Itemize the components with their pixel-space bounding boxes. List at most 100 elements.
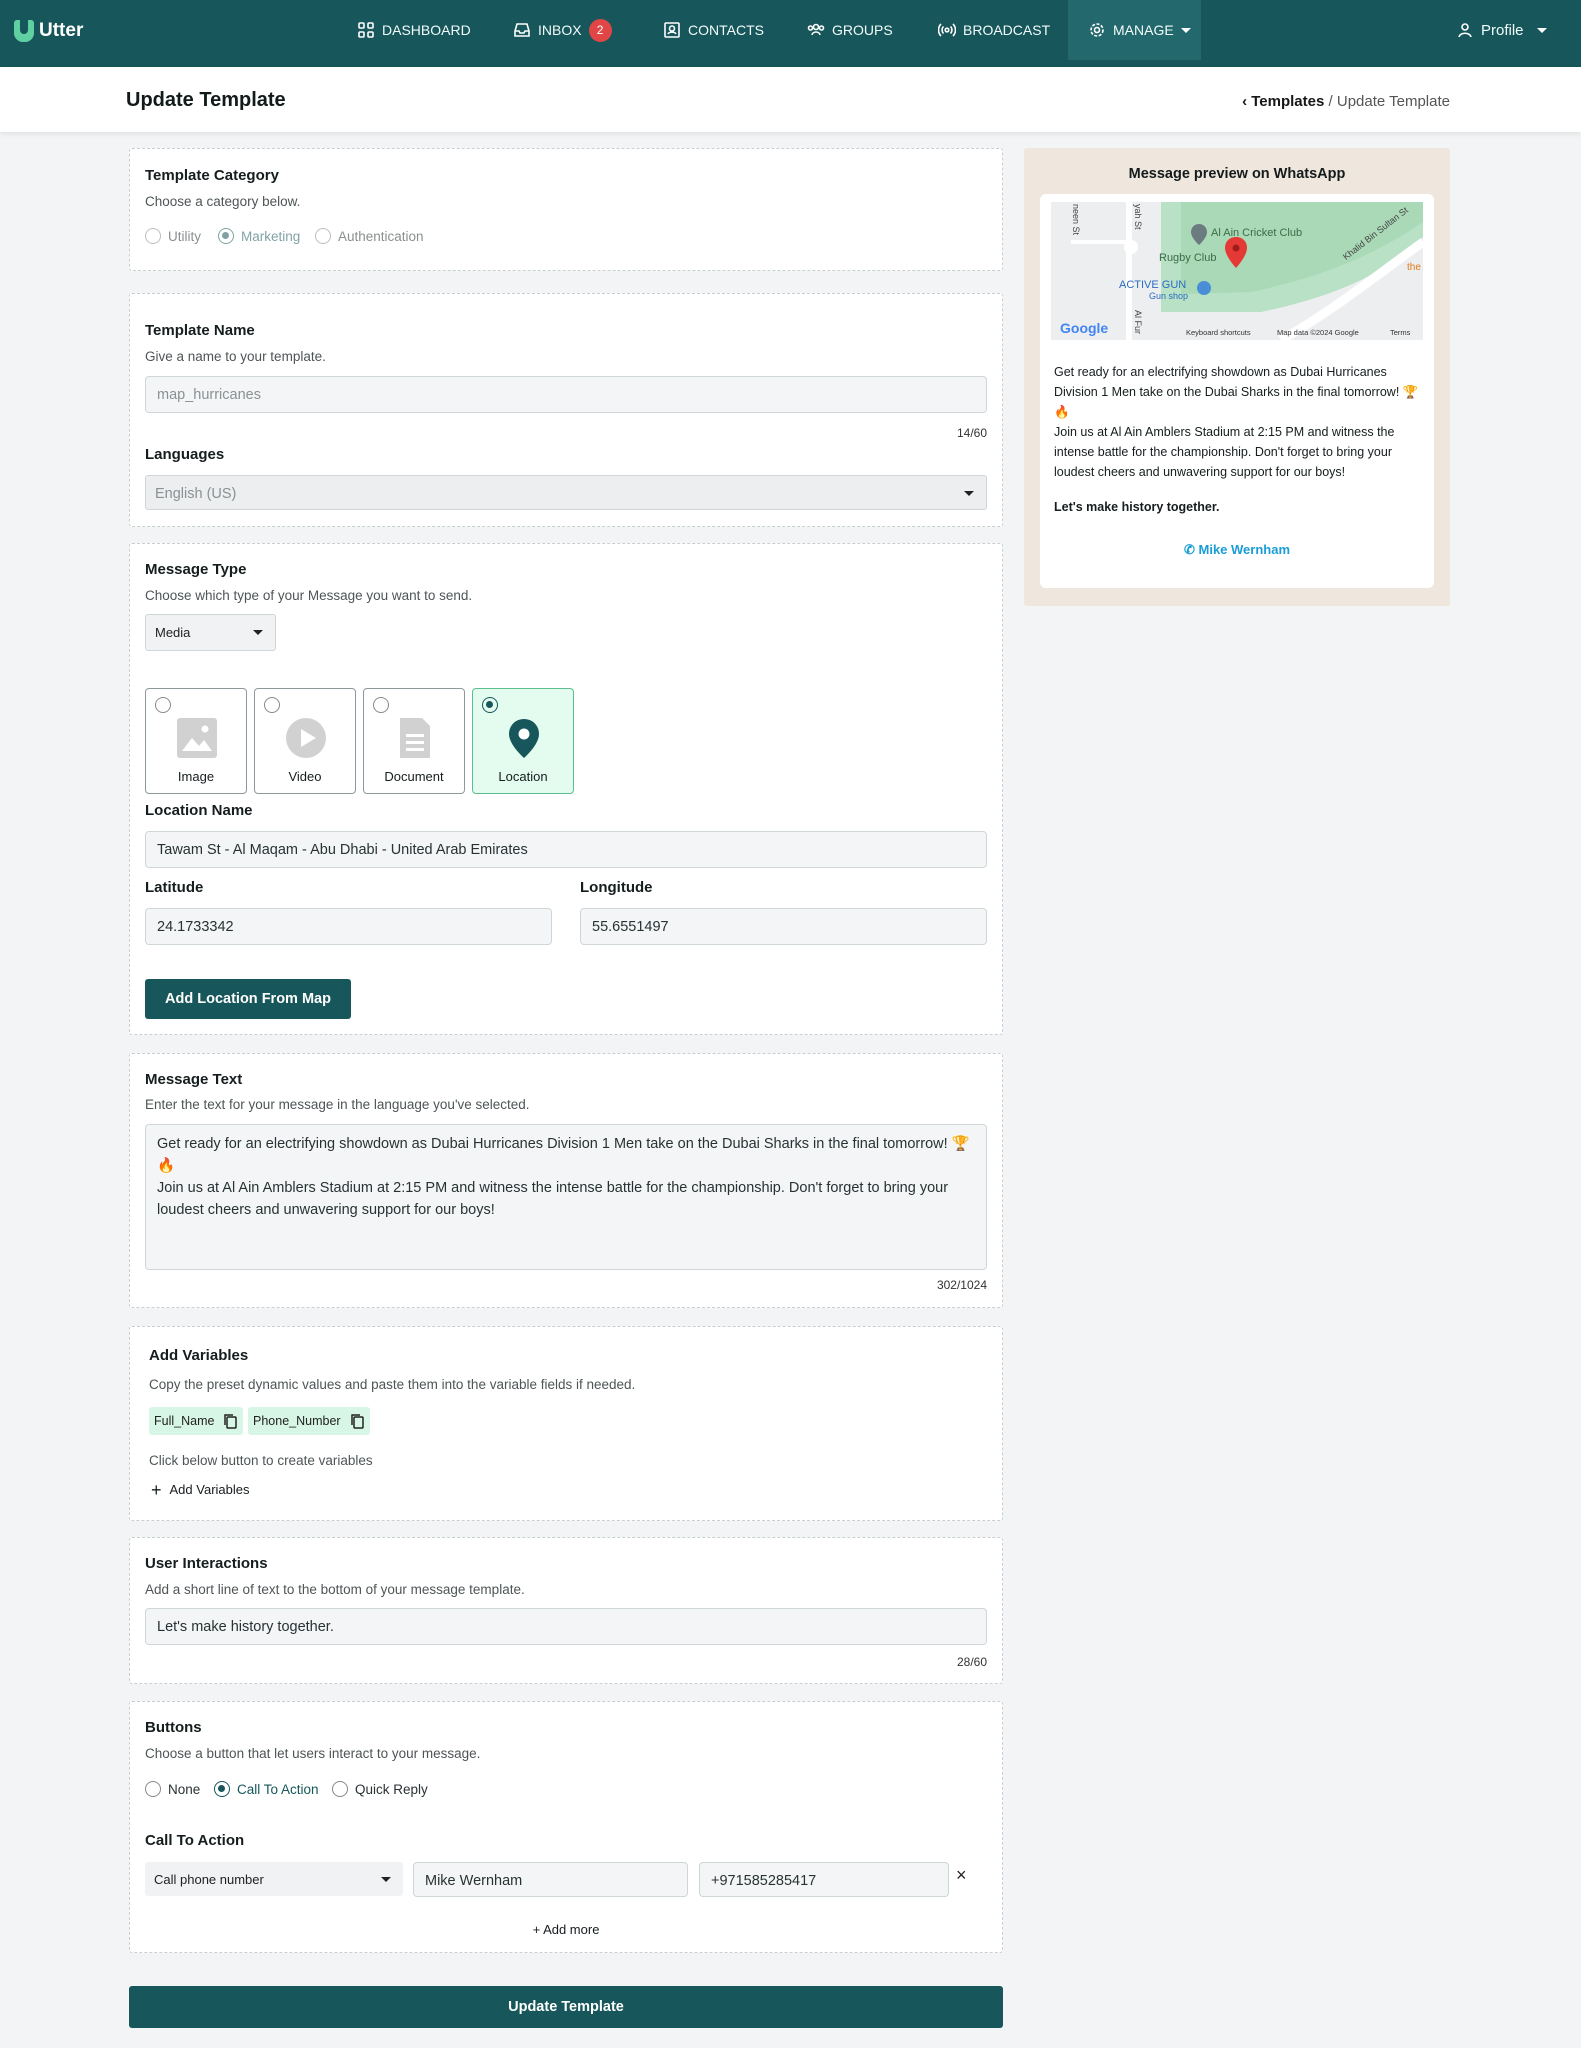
phone-icon: ✆ — [1183, 542, 1199, 557]
variable-chip-phone-number[interactable]: Phone_Number — [248, 1407, 370, 1435]
add-location-from-map-button[interactable]: Add Location From Map — [145, 979, 351, 1019]
message-type-title: Message Type — [145, 561, 247, 578]
languages-label: Languages — [145, 446, 225, 463]
radio-circle — [264, 697, 280, 713]
grid-icon — [358, 22, 374, 38]
language-select[interactable]: English (US) — [145, 475, 987, 510]
variable-chip-full-name[interactable]: Full_Name — [149, 1407, 244, 1435]
longitude-label: Longitude — [580, 879, 653, 896]
cta-type-value: Call phone number — [154, 1872, 264, 1887]
button-type-cta-radio[interactable]: Call To Action — [214, 1781, 319, 1797]
nav-broadcast[interactable]: BROADCAST — [938, 0, 1050, 60]
nav-label: GROUPS — [832, 22, 893, 38]
variables-panel: Add Variables Copy the preset dynamic va… — [129, 1326, 1003, 1521]
latitude-label: Latitude — [145, 879, 204, 896]
card-label: Video — [288, 769, 322, 784]
template-name-subtitle: Give a name to your template. — [145, 349, 326, 364]
add-variables-button[interactable]: + Add Variables — [151, 1479, 250, 1500]
add-variables-label: Add Variables — [169, 1482, 250, 1497]
footer-text-input[interactable]: Let's make history together. — [145, 1608, 987, 1645]
copy-icon[interactable] — [349, 1413, 365, 1429]
category-authentication-radio[interactable]: Authentication — [315, 228, 424, 244]
template-name-input[interactable]: map_hurricanes — [145, 376, 987, 413]
map-label: Map data ©2024 Google — [1277, 328, 1359, 337]
button-type-none-radio[interactable]: None — [145, 1781, 200, 1797]
message-text-counter: 302/1024 — [936, 1278, 987, 1292]
button-type-quick-reply-radio[interactable]: Quick Reply — [332, 1781, 428, 1797]
cta-phone-input[interactable]: +971585285417 — [699, 1862, 949, 1897]
call-to-action-title: Call To Action — [145, 1832, 245, 1849]
map-label: the — [1407, 262, 1421, 273]
radio-circle — [145, 228, 161, 244]
media-card-document[interactable]: Document — [363, 688, 465, 794]
buttons-title: Buttons — [145, 1719, 202, 1736]
card-label: Document — [384, 769, 444, 784]
cta-type-select[interactable]: Call phone number — [145, 1862, 403, 1896]
chip-label: Phone_Number — [253, 1414, 341, 1428]
preview-title: Message preview on WhatsApp — [1128, 166, 1346, 182]
card-label: Image — [177, 769, 215, 784]
message-text-subtitle: Enter the text for your message in the l… — [145, 1097, 530, 1112]
nav-manage[interactable]: MANAGE — [1068, 0, 1201, 60]
media-card-image[interactable]: Image — [145, 688, 247, 794]
breadcrumb-link-label: Templates — [1251, 93, 1325, 110]
image-icon — [177, 718, 217, 758]
longitude-input[interactable]: 55.6551497 — [580, 908, 987, 945]
remove-cta-close-icon[interactable]: × — [956, 1865, 967, 1886]
preview-cta-label: Mike Wernham — [1198, 542, 1291, 557]
play-icon — [286, 718, 326, 758]
media-type-select[interactable]: Media — [145, 614, 276, 651]
copy-icon[interactable] — [222, 1413, 238, 1429]
language-value: English (US) — [155, 486, 237, 502]
radio-label: Authentication — [338, 228, 424, 244]
plus-icon: + — [151, 1479, 162, 1500]
whatsapp-preview: Message preview on WhatsApp Al Ain Crick… — [1024, 148, 1450, 606]
category-utility-radio[interactable]: Utility — [145, 228, 201, 244]
nav-contacts[interactable]: CONTACTS — [663, 0, 764, 60]
latitude-input[interactable]: 24.1733342 — [145, 908, 552, 945]
variables-hint: Click below button to create variables — [149, 1453, 373, 1468]
chevron-down-icon — [1536, 27, 1547, 33]
map-label: Gun shop — [1149, 291, 1189, 301]
page-header: Update Template ‹ Templates / Update Tem… — [0, 67, 1581, 132]
card-label: Location — [498, 769, 548, 784]
nav-inbox[interactable]: INBOX 2 — [513, 0, 612, 60]
inbox-count-badge: 2 — [588, 18, 612, 42]
variables-subtitle: Copy the preset dynamic values and paste… — [149, 1377, 636, 1392]
cta-button-text-input[interactable]: Mike Wernham — [413, 1862, 688, 1897]
map-label: yah St — [1133, 204, 1143, 230]
radio-circle — [373, 697, 389, 713]
template-name-panel: Template Name Give a name to your templa… — [129, 293, 1003, 527]
nav-profile[interactable]: Profile — [1456, 0, 1547, 60]
preview-message-text: Get ready for an electrifying showdown a… — [1054, 365, 1419, 479]
google-logo: Google — [1060, 320, 1109, 336]
category-subtitle: Choose a category below. — [145, 194, 301, 209]
map-label: Terms — [1390, 328, 1411, 337]
message-body-textarea[interactable]: Get ready for an electrifying showdown a… — [145, 1124, 987, 1270]
update-template-button[interactable]: Update Template — [129, 1986, 1003, 2028]
variables-title: Add Variables — [149, 1347, 249, 1364]
location-name-label: Location Name — [145, 802, 253, 819]
broadcast-icon — [938, 23, 956, 37]
plus-icon: + — [532, 1922, 544, 1937]
contacts-icon — [664, 22, 680, 38]
location-name-input[interactable]: Tawam St - Al Maqam - Abu Dhabi - United… — [145, 831, 987, 868]
add-more-label: Add more — [543, 1922, 600, 1937]
nav-groups[interactable]: GROUPS — [807, 0, 893, 60]
breadcrumb-back-link[interactable]: ‹ Templates — [1242, 93, 1324, 110]
nav-dashboard[interactable]: DASHBOARD — [357, 0, 471, 60]
radio-label: None — [168, 1781, 201, 1797]
add-more-button[interactable]: + Add more — [130, 1922, 1002, 1937]
top-navbar: Utter DASHBOARD INBOX 2 CONTACTS GROUPS … — [0, 0, 1581, 67]
template-name-title: Template Name — [145, 322, 255, 339]
media-card-location[interactable]: Location — [472, 688, 574, 794]
preview-cta-button: ✆ Mike Wernham — [1040, 542, 1434, 558]
nav-label: MANAGE — [1113, 22, 1174, 38]
radio-label: Utility — [168, 228, 201, 244]
radio-circle — [332, 1781, 348, 1797]
media-type-value: Media — [155, 625, 191, 640]
groups-icon — [807, 23, 825, 36]
brand-logo[interactable]: Utter — [14, 20, 83, 42]
category-marketing-radio[interactable]: Marketing — [218, 228, 300, 244]
media-card-video[interactable]: Video — [254, 688, 356, 794]
